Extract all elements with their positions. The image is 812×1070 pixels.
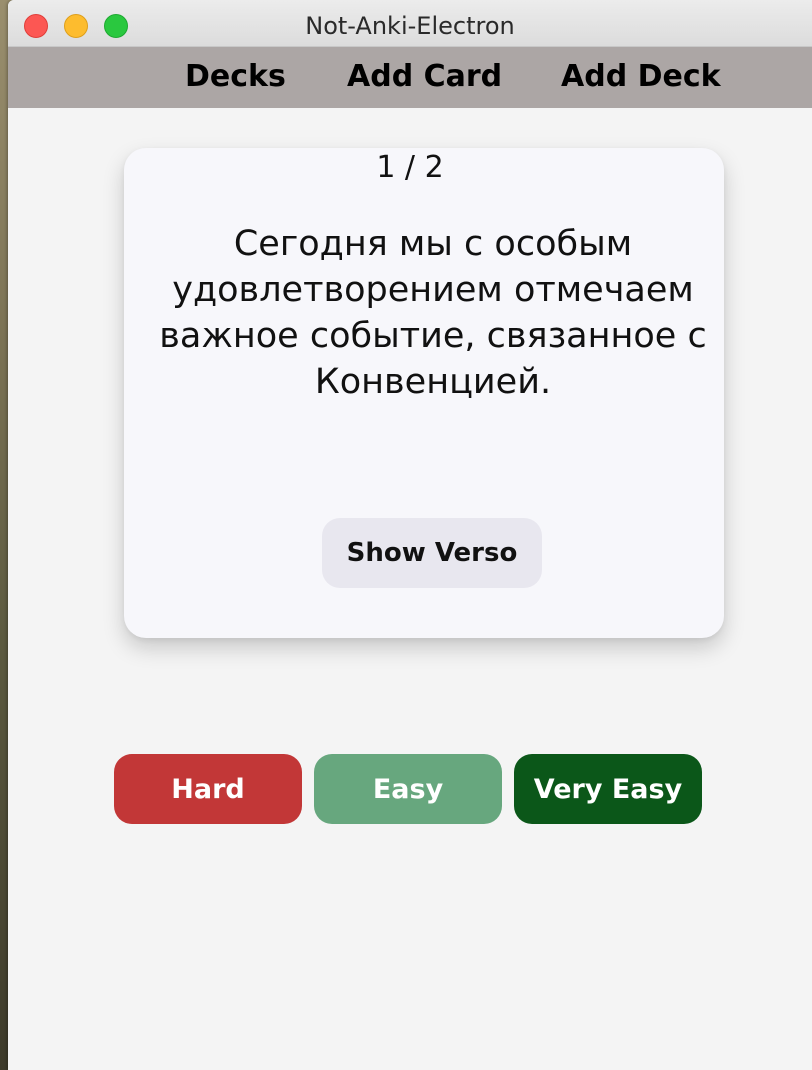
very-easy-button[interactable]: Very Easy: [514, 754, 702, 824]
show-verso-button[interactable]: Show Verso: [322, 518, 542, 588]
easy-button[interactable]: Easy: [314, 754, 502, 824]
nav-bar: Decks Add Card Add Deck: [8, 47, 812, 108]
title-bar: Not-Anki-Electron: [8, 0, 812, 47]
card-recto-text: Сегодня мы с особым удовлетворением отме…: [159, 224, 707, 402]
app-window: Not-Anki-Electron Decks Add Card Add Dec…: [8, 0, 812, 1070]
hard-button[interactable]: Hard: [114, 754, 302, 824]
nav-item-add-card[interactable]: Add Card: [347, 59, 502, 94]
nav-item-decks[interactable]: Decks: [185, 59, 286, 94]
card-counter: 1 / 2: [376, 150, 444, 185]
window-title: Not-Anki-Electron: [305, 12, 515, 40]
nav-item-add-deck[interactable]: Add Deck: [561, 59, 721, 94]
